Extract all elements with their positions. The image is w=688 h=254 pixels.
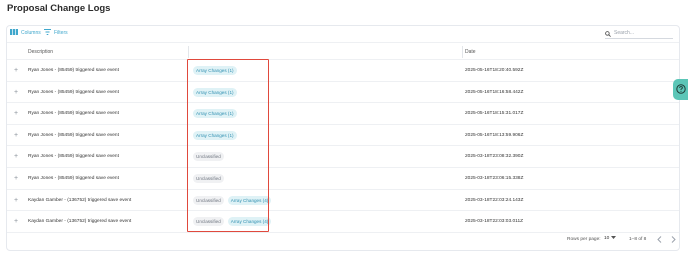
- rows-per-page-label: Rows per page:: [567, 237, 601, 242]
- column-separator[interactable]: [188, 46, 189, 58]
- expand-row-plus-icon[interactable]: +: [11, 131, 21, 141]
- table-row: + Ryan Jones - (85459) triggered save eve…: [7, 60, 679, 82]
- chevron-left-icon: [657, 236, 662, 243]
- column-header-date[interactable]: Date: [465, 43, 476, 61]
- row-tags: Unclassified: [193, 152, 224, 162]
- row-tags: Unclassified: [193, 174, 224, 183]
- table-row: + Kaydan Gamber - (136752) triggered save…: [7, 190, 679, 212]
- table-row: + Ryan Jones - (85459) triggered save eve…: [7, 125, 679, 147]
- array-changes-chip: Array Changes (4): [227, 195, 272, 205]
- row-date: 2025-03-18T23:06:15.338Z: [465, 176, 524, 181]
- search-icon: [605, 24, 611, 42]
- row-date: 2025-05-16T18:20:40.592Z: [465, 68, 524, 73]
- table-header: Description Date: [7, 42, 679, 60]
- row-date: 2025-05-16T18:15:31.017Z: [465, 111, 524, 117]
- array-changes-chip: Array Changes (4): [227, 217, 272, 227]
- array-changes-chip: Array Changes (1): [193, 66, 237, 75]
- column-header-description[interactable]: Description: [28, 43, 53, 61]
- row-date: 2025-05-16T18:16:58.442Z: [465, 89, 524, 95]
- expand-row-plus-icon[interactable]: +: [11, 152, 21, 162]
- search-input[interactable]: [614, 30, 670, 36]
- row-date: 2025-03-18T22:03:24.143Z: [465, 197, 524, 203]
- filters-button[interactable]: Filters: [44, 29, 68, 37]
- table-row: + Ryan Jones - (85459) triggered save eve…: [7, 146, 679, 168]
- table-toolbar: Columns Filters: [7, 26, 679, 42]
- row-tags: Array Changes (1): [193, 109, 237, 119]
- row-tags: Array Changes (1): [193, 66, 237, 75]
- array-changes-chip: Array Changes (1): [193, 87, 237, 97]
- row-description: Ryan Jones - (85459) triggered save even…: [28, 176, 119, 181]
- page-title: Proposal Change Logs: [7, 3, 111, 14]
- filters-label: Filters: [54, 30, 68, 36]
- expand-row-plus-icon[interactable]: +: [11, 196, 21, 206]
- table-row: + Kaydan Gamber - (136752) triggered save…: [7, 211, 679, 233]
- array-changes-chip: Array Changes (1): [193, 130, 237, 140]
- expand-row-plus-icon[interactable]: +: [11, 217, 21, 227]
- row-tags: Unclassified Array Changes (4): [193, 217, 272, 227]
- rows-per-page-select[interactable]: 10: [604, 236, 617, 241]
- row-tags: Array Changes (1): [193, 87, 237, 97]
- row-description: Ryan Jones - (85459) triggered save even…: [28, 68, 119, 73]
- row-description: Ryan Jones - (85459) triggered save even…: [28, 111, 119, 117]
- expand-row-plus-icon[interactable]: +: [11, 174, 21, 184]
- chevron-right-icon: [671, 236, 676, 243]
- unclassified-chip: Unclassified: [193, 217, 224, 227]
- search-box: [605, 28, 673, 39]
- unclassified-chip: Unclassified: [193, 195, 224, 205]
- filter-icon: [44, 29, 51, 37]
- array-changes-chip: Array Changes (1): [193, 109, 237, 119]
- previous-page-button[interactable]: [657, 236, 662, 245]
- table-row: + Ryan Jones - (85459) triggered save eve…: [7, 168, 679, 190]
- expand-row-plus-icon[interactable]: +: [11, 66, 21, 76]
- next-page-button[interactable]: [671, 236, 676, 245]
- change-log-table-card: Columns Filters Description Date + Ryan J…: [6, 25, 680, 251]
- row-description: Kaydan Gamber - (136752) triggered save …: [28, 219, 132, 225]
- unclassified-chip: Unclassified: [193, 174, 224, 183]
- column-separator[interactable]: [462, 46, 463, 58]
- unclassified-chip: Unclassified: [193, 152, 224, 162]
- table-row: + Ryan Jones - (85459) triggered save eve…: [7, 82, 679, 104]
- table-row: + Ryan Jones - (85459) triggered save eve…: [7, 103, 679, 125]
- expand-row-plus-icon[interactable]: +: [11, 88, 21, 98]
- row-tags: Array Changes (1): [193, 130, 237, 140]
- expand-row-plus-icon[interactable]: +: [11, 109, 21, 119]
- help-icon: [675, 81, 686, 99]
- columns-button[interactable]: Columns: [10, 29, 41, 37]
- columns-icon: [10, 29, 18, 37]
- rows-per-page-value: 10: [604, 236, 610, 241]
- row-tags: Unclassified Array Changes (4): [193, 195, 272, 205]
- row-date: 2025-03-18T23:08:32.390Z: [465, 154, 524, 160]
- help-button[interactable]: [673, 79, 688, 100]
- table-footer: Rows per page: 10 1–8 of 8: [7, 232, 679, 250]
- row-description: Ryan Jones - (85459) triggered save even…: [28, 89, 119, 95]
- row-description: Ryan Jones - (85459) triggered save even…: [28, 132, 119, 138]
- row-description: Ryan Jones - (85459) triggered save even…: [28, 154, 119, 160]
- row-date: 2025-05-16T18:13:59.906Z: [465, 132, 524, 138]
- chevron-down-icon: [611, 236, 617, 241]
- columns-label: Columns: [21, 30, 41, 36]
- row-description: Kaydan Gamber - (136752) triggered save …: [28, 197, 132, 203]
- pagination-range: 1–8 of 8: [629, 237, 647, 242]
- row-date: 2025-03-18T22:03:03.011Z: [465, 219, 524, 225]
